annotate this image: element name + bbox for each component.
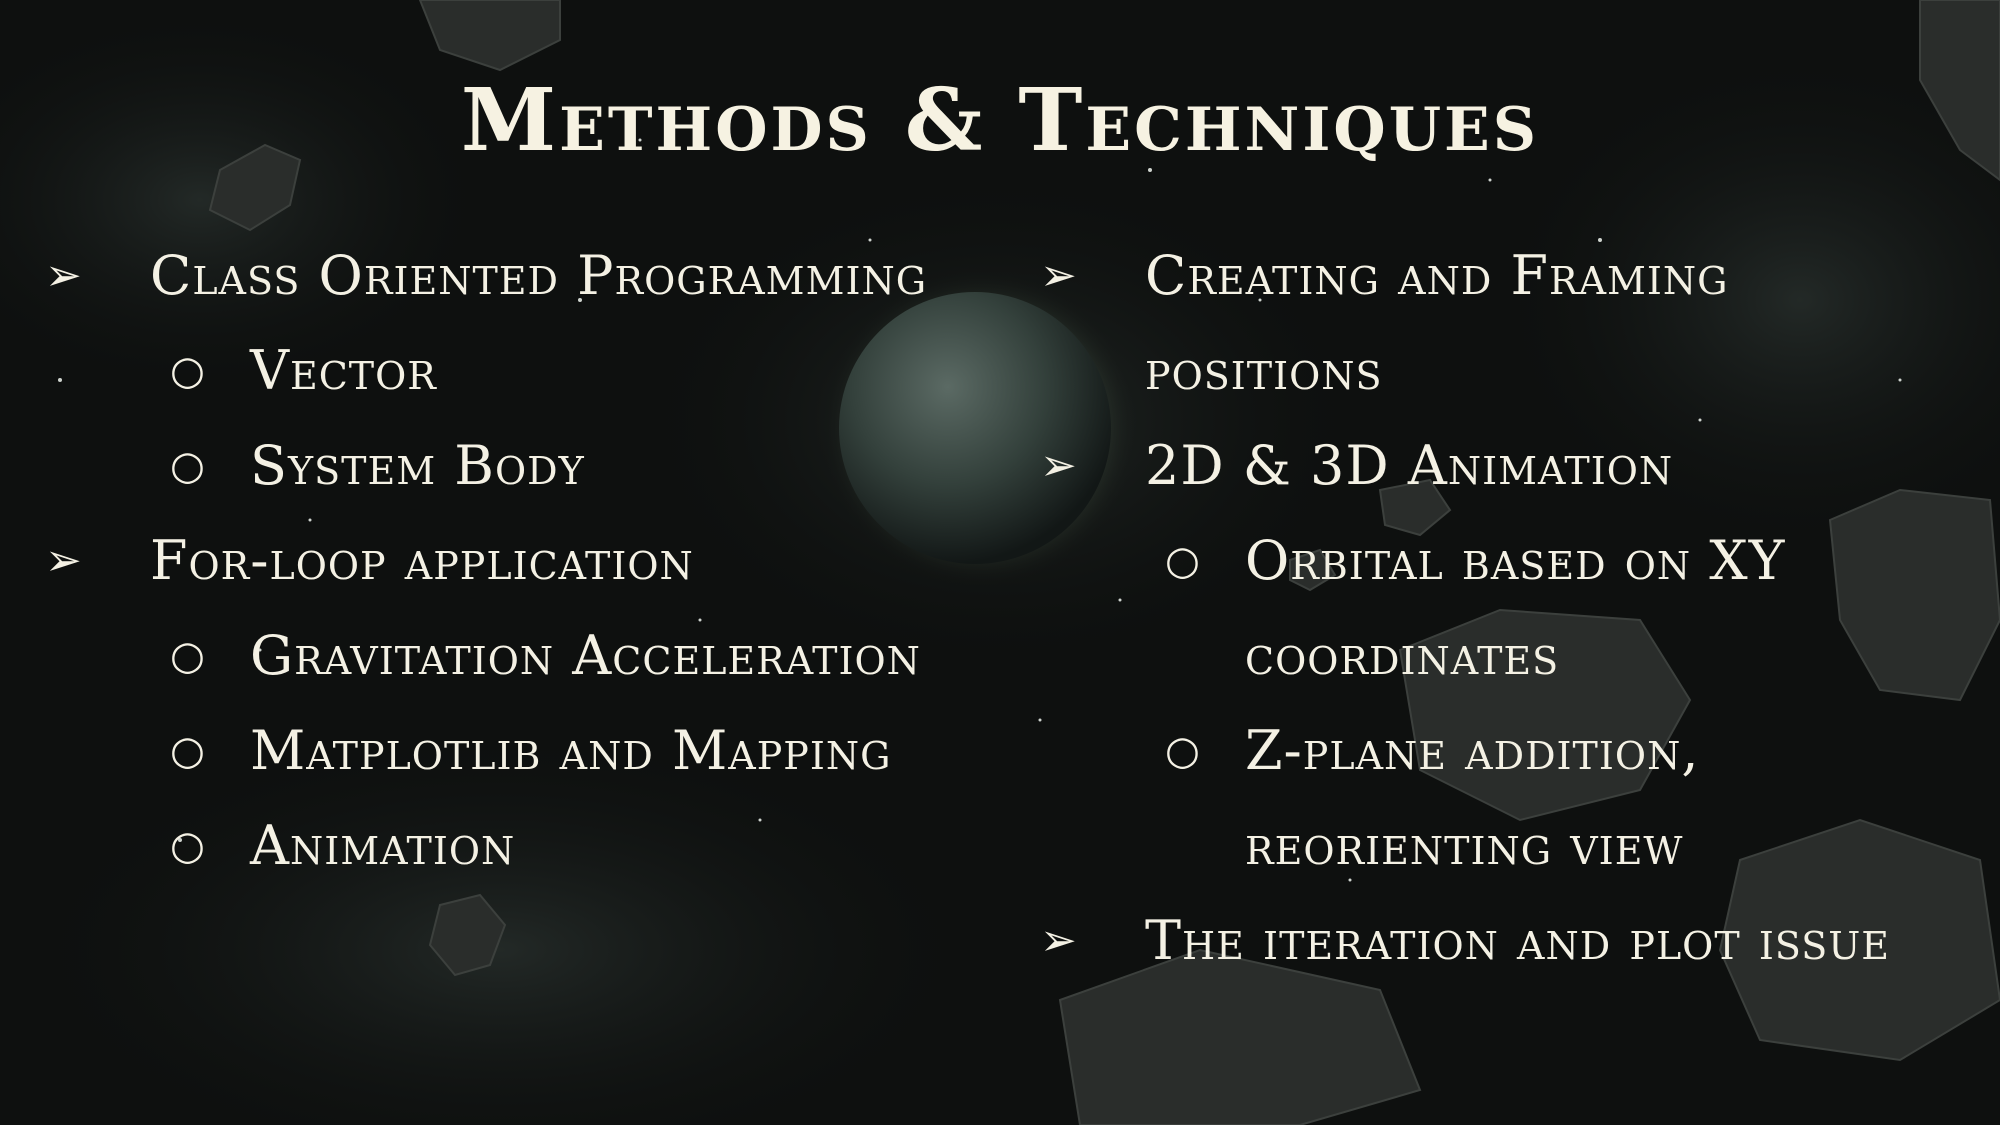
list-item-text: coordinates xyxy=(1245,624,1560,687)
right-column: ➢ Creating and Framing positions ➢ 2D & … xyxy=(1040,242,1990,1002)
arrow-bullet-icon: ➢ xyxy=(1040,440,1078,491)
list-item: ○ Animation xyxy=(45,812,1025,907)
list-item: ➢ 2D & 3D Animation xyxy=(1040,432,1990,527)
list-item-text: Class Oriented Programming xyxy=(150,244,928,307)
left-column: ➢ Class Oriented Programming ○ Vector ○ … xyxy=(45,242,1025,907)
arrow-bullet-icon: ➢ xyxy=(1040,250,1078,301)
list-item-text: reorienting view xyxy=(1245,814,1684,877)
list-item-continuation: reorienting view xyxy=(1040,812,1990,907)
list-item: ➢ Creating and Framing xyxy=(1040,242,1990,337)
list-item-text: Vector xyxy=(250,339,437,402)
arrow-bullet-icon: ➢ xyxy=(1040,915,1078,966)
circle-bullet-icon: ○ xyxy=(170,443,206,489)
list-item-text: For-loop application xyxy=(150,529,694,592)
list-item-text: positions xyxy=(1145,339,1383,402)
arrow-bullet-icon: ➢ xyxy=(45,535,83,586)
list-item: ○ Matplotlib and Mapping xyxy=(45,717,1025,812)
list-item: ○ Vector xyxy=(45,337,1025,432)
list-item-continuation: positions xyxy=(1040,337,1990,432)
list-item-text: System Body xyxy=(250,434,585,497)
list-item: ○ Z-plane addition, xyxy=(1040,717,1990,812)
circle-bullet-icon: ○ xyxy=(1165,538,1201,584)
list-item: ○ Gravitation Acceleration xyxy=(45,622,1025,717)
list-item: ➢ The iteration and plot issue xyxy=(1040,907,1990,1002)
circle-bullet-icon: ○ xyxy=(170,348,206,394)
circle-bullet-icon: ○ xyxy=(170,633,206,679)
list-item-text: Orbital based on XY xyxy=(1245,529,1786,592)
arrow-bullet-icon: ➢ xyxy=(45,250,83,301)
list-item-text: Creating and Framing xyxy=(1145,244,1729,307)
list-item-text: The iteration and plot issue xyxy=(1145,909,1891,972)
list-item-text: Z-plane addition, xyxy=(1245,719,1700,782)
list-item: ○ System Body xyxy=(45,432,1025,527)
list-item: ➢ For-loop application xyxy=(45,527,1025,622)
list-item-text: Animation xyxy=(250,814,516,877)
circle-bullet-icon: ○ xyxy=(1165,728,1201,774)
list-item: ○ Orbital based on XY xyxy=(1040,527,1990,622)
list-item-text: 2D & 3D Animation xyxy=(1145,434,1674,497)
circle-bullet-icon: ○ xyxy=(170,823,206,869)
list-item-continuation: coordinates xyxy=(1040,622,1990,717)
circle-bullet-icon: ○ xyxy=(170,728,206,774)
list-item-text: Matplotlib and Mapping xyxy=(250,719,892,782)
list-item: ➢ Class Oriented Programming xyxy=(45,242,1025,337)
list-item-text: Gravitation Acceleration xyxy=(250,624,921,687)
slide-title: Methods & Techniques xyxy=(460,70,1540,171)
